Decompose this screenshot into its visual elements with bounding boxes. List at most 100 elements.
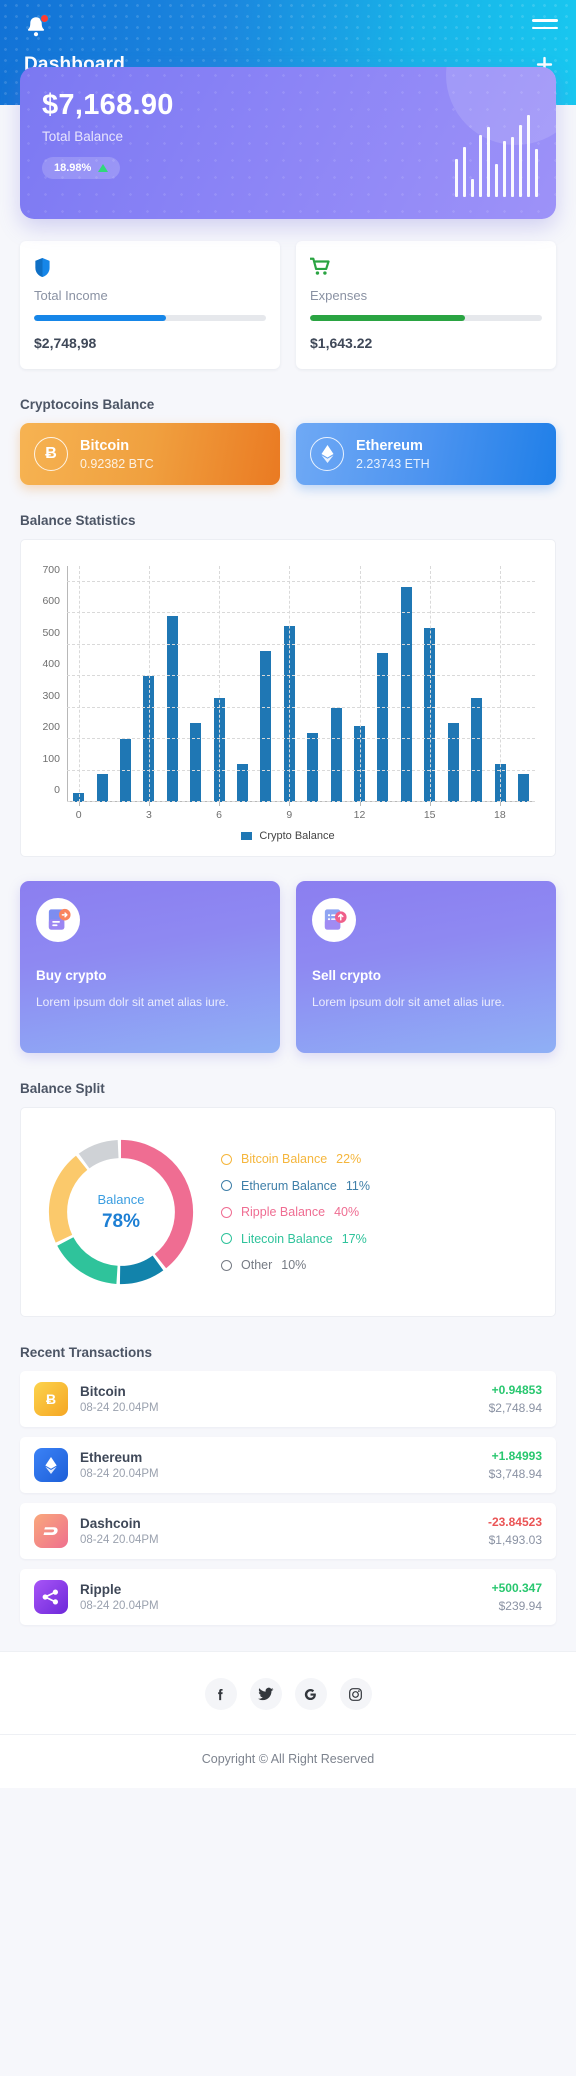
chart-bar[interactable]: [517, 773, 529, 802]
sell-crypto-title: Sell crypto: [312, 968, 382, 983]
promo-section: Buy crypto Lorem ipsum dolr sit amet ali…: [0, 857, 576, 1053]
legend-item: Litecoin Balance 17%: [221, 1232, 539, 1246]
sparkline-bar: [471, 179, 474, 197]
y-gridline: [67, 580, 535, 582]
legend-item-label: Other: [241, 1258, 273, 1272]
recent-transactions-title: Recent Transactions: [20, 1345, 153, 1360]
legend-item-label: Bitcoin Balance: [241, 1152, 328, 1166]
y-gridline: [67, 801, 535, 802]
x-gridline: [359, 566, 361, 802]
balance-sparkline-chart: [455, 115, 538, 197]
progress-fill: [34, 315, 167, 321]
sell-crypto-card[interactable]: Sell crypto Lorem ipsum dolr sit amet al…: [296, 881, 556, 1053]
x-tick-label: 3: [145, 809, 152, 821]
transaction-date: 08-24 20.04PM: [80, 1600, 159, 1612]
donut-center-label: Balance 78%: [37, 1128, 205, 1296]
balance-statistics-title: Balance Statistics: [20, 513, 136, 528]
recent-transactions-section: Recent Transactions Ƀ Bitcoin 08-24 20.04P…: [0, 1317, 576, 1625]
transaction-date: 08-24 20.04PM: [80, 1402, 159, 1414]
x-gridline: [289, 566, 291, 802]
balance-split-card: Balance 78% Bitcoin Balance 22% Etherum Ba…: [20, 1107, 556, 1317]
legend-ring-icon: [221, 1180, 232, 1191]
bar-slot: [254, 566, 277, 802]
transaction-delta: -23.84523: [487, 1515, 542, 1529]
transaction-delta: +0.94853: [491, 1383, 542, 1397]
total-income-progress: [34, 315, 266, 321]
sparkline-bar: [463, 147, 466, 197]
transaction-delta: +500.347: [491, 1581, 542, 1595]
sparkline-bar: [503, 141, 506, 197]
x-tick-label: 9: [286, 809, 293, 821]
shopping-cart-icon: [309, 257, 542, 279]
svg-text:Ƀ: Ƀ: [46, 1391, 56, 1407]
y-gridline: [67, 706, 535, 708]
transaction-row[interactable]: Ethereum 08-24 20.04PM +1.84993 $3,748.94: [20, 1437, 556, 1493]
y-gridline: [67, 675, 535, 677]
chart-bar[interactable]: [330, 707, 342, 802]
balance-statistics-section: Balance Statistics 0 100 200 300 400 500 600 70…: [0, 485, 576, 857]
chart-bar[interactable]: [307, 732, 319, 802]
ethereum-balance-card[interactable]: Ethereum 2.23743 ETH: [296, 423, 556, 485]
expenses-progress: [310, 315, 542, 321]
chart-bar[interactable]: [471, 698, 483, 802]
y-gridline: [67, 769, 535, 771]
summary-stats-row: Total Income $2,748,98 Expenses $1,643.2…: [0, 219, 576, 369]
instagram-icon[interactable]: [339, 1678, 372, 1710]
expenses-label: Expenses: [310, 288, 368, 303]
y-gridline: [67, 738, 535, 740]
shield-icon: [34, 257, 266, 279]
transaction-values: +0.94853 $2,748.94: [489, 1383, 542, 1415]
transaction-date: 08-24 20.04PM: [80, 1468, 159, 1480]
transaction-row[interactable]: Ripple 08-24 20.04PM +500.347 $239.94: [20, 1569, 556, 1625]
x-gridline: [499, 566, 501, 802]
y-tick-label: 0: [54, 784, 60, 796]
x-tick-mark: [359, 802, 361, 806]
chart-bar[interactable]: [447, 723, 459, 802]
notification-bell-button[interactable]: [24, 14, 50, 44]
transaction-amount: $2,748.94: [488, 1401, 542, 1415]
bar-slot: [324, 566, 347, 802]
balance-statistics-chart-card: 0 100 200 300 400 500 600 700 0 3 6 9 12 15 18 Crypto …: [20, 539, 556, 857]
transaction-values: +1.84993 $3,748.94: [489, 1449, 542, 1481]
x-tick-mark: [499, 802, 501, 806]
transaction-info: Dashcoin 08-24 20.04PM: [80, 1516, 488, 1546]
transaction-name: Bitcoin: [80, 1384, 126, 1399]
transaction-row[interactable]: Dashcoin 08-24 20.04PM -23.84523 $1,493.03: [20, 1503, 556, 1559]
bar-slot: [512, 566, 535, 802]
legend-label: Crypto Balance: [259, 830, 335, 842]
x-tick-label: 0: [75, 809, 82, 821]
google-icon[interactable]: [294, 1678, 327, 1710]
bitcoin-icon: Ƀ: [34, 437, 68, 471]
bitcoin-amount: 0.92382 BTC: [80, 456, 154, 471]
legend-item-percent: 10%: [281, 1258, 307, 1272]
notification-badge-dot: [40, 14, 49, 23]
y-tick-label: 200: [42, 721, 60, 734]
bitcoin-balance-card[interactable]: Ƀ Bitcoin 0.92382 BTC: [20, 423, 280, 485]
twitter-icon[interactable]: [249, 1678, 282, 1710]
hamburger-menu-button[interactable]: [532, 14, 558, 34]
balance-split-donut-chart: Balance 78%: [37, 1128, 205, 1296]
donut-percent-value: 78%: [101, 1210, 141, 1232]
buy-crypto-card[interactable]: Buy crypto Lorem ipsum dolr sit amet ali…: [20, 881, 280, 1053]
x-gridline: [429, 566, 431, 802]
progress-fill: [310, 315, 466, 321]
chart-bar[interactable]: [190, 723, 202, 802]
legend-item-percent: 22%: [336, 1152, 362, 1166]
chart-bar[interactable]: [260, 650, 272, 802]
x-tick-mark: [78, 802, 80, 806]
legend-item: Other 10%: [221, 1258, 539, 1272]
chart-bar[interactable]: [96, 773, 108, 802]
y-gridline: [67, 612, 535, 614]
transaction-amount: $1,493.03: [488, 1533, 542, 1547]
facebook-icon[interactable]: [204, 1678, 237, 1710]
bar-slot: [184, 566, 207, 802]
buy-crypto-description: Lorem ipsum dolr sit amet alias iure.: [36, 995, 229, 1009]
transaction-info: Ripple 08-24 20.04PM: [80, 1582, 492, 1612]
bar-slot: [114, 566, 137, 802]
transaction-row[interactable]: Ƀ Bitcoin 08-24 20.04PM +0.94853 $2,748.94: [20, 1371, 556, 1427]
x-gridline: [78, 566, 80, 802]
sparkline-bar: [535, 149, 538, 197]
y-tick-label: 600: [42, 595, 60, 608]
sparkline-bar: [519, 125, 522, 197]
x-tick-label: 6: [216, 809, 223, 821]
